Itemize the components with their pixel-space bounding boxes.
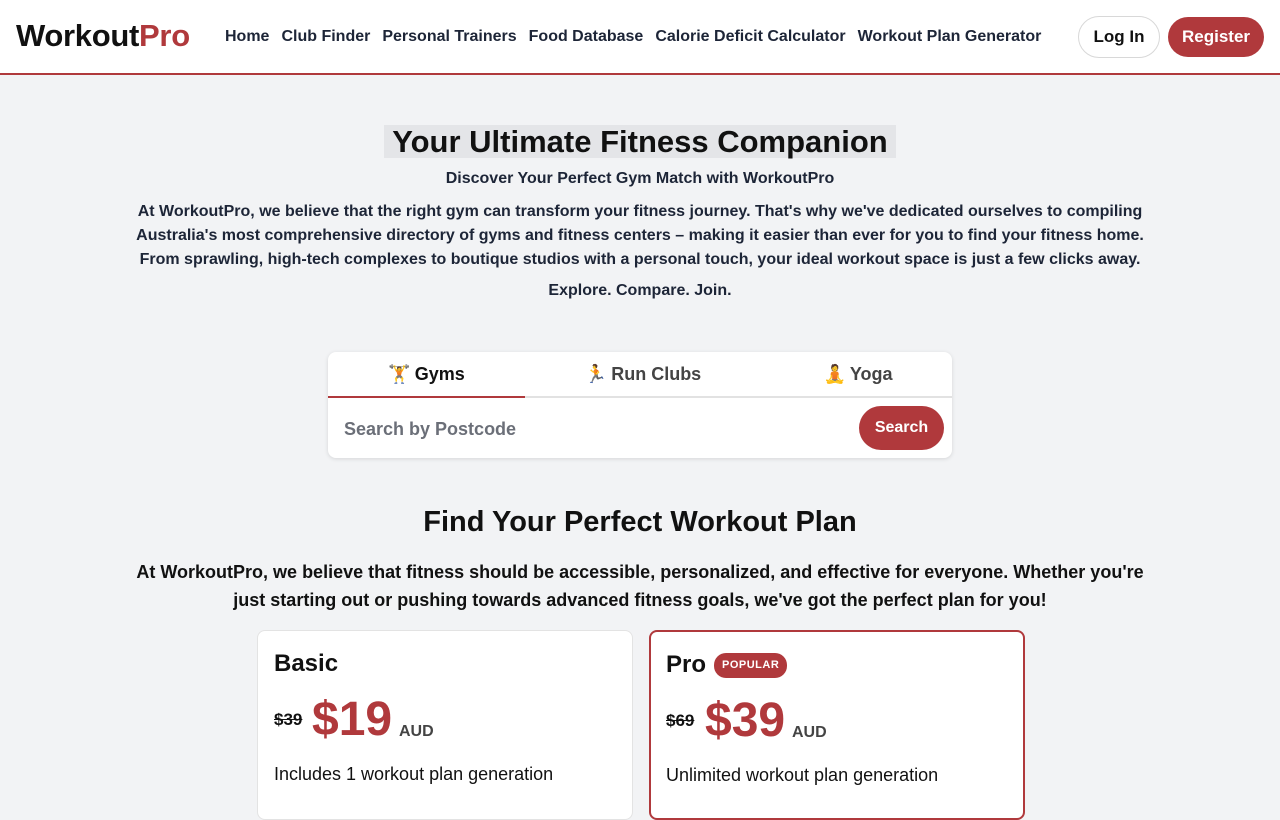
tab-yoga[interactable]: 🧘 Yoga <box>758 352 958 398</box>
nav-item-personal-trainers[interactable]: Personal Trainers <box>376 27 522 47</box>
plan-feature: Unlimited workout plan generation <box>666 765 939 785</box>
plan-old-price: $39 <box>274 710 303 729</box>
logo-accent: Pro <box>139 18 190 53</box>
plans-paragraph: At WorkoutPro, we believe that fitness s… <box>136 562 1144 610</box>
main-nav: Home Club Finder Personal Trainers Food … <box>219 27 1047 47</box>
login-button[interactable]: Log In <box>1078 16 1160 58</box>
hero-title-wrap: Your Ultimate Fitness Companion <box>0 125 1280 158</box>
hero-subtitle: Discover Your Perfect Gym Match with Wor… <box>445 170 835 187</box>
tab-run-clubs-label: Run Clubs <box>611 364 702 384</box>
plan-price: $19 <box>312 693 393 746</box>
logo[interactable]: WorkoutPro <box>16 18 190 54</box>
plan-price: $39 <box>705 694 786 747</box>
tab-gyms[interactable]: 🏋️ Gyms <box>328 352 525 398</box>
plan-name: Pro <box>666 651 707 678</box>
runner-icon: 🏃 <box>584 364 608 385</box>
search-card: 🏋️ Gyms 🏃 Run Clubs 🧘 Yoga <box>328 352 952 458</box>
hero-tagline: Explore. Compare. Join. <box>548 282 732 299</box>
nav-item-food-database[interactable]: Food Database <box>523 27 650 47</box>
plan-name: Basic <box>274 650 339 677</box>
plan-card-basic: Basic $39 $19 AUD Includes 1 workout pla… <box>257 630 633 820</box>
logo-main: Workout <box>16 18 140 53</box>
nav-item-home[interactable]: Home <box>219 27 275 47</box>
nav-item-workout-plan-generator[interactable]: Workout Plan Generator <box>852 27 1048 47</box>
plan-feature: Includes 1 workout plan generation <box>274 764 554 784</box>
plan-currency: AUD <box>399 723 434 740</box>
nav-item-club-finder[interactable]: Club Finder <box>275 27 376 47</box>
plans-title: Find Your Perfect Workout Plan <box>423 506 857 538</box>
plan-card-pro: Pro POPULAR $69 $39 AUD Unlimited workou… <box>649 630 1025 820</box>
popular-badge: POPULAR <box>714 653 788 678</box>
plan-currency: AUD <box>792 724 827 741</box>
plan-old-price: $69 <box>666 711 695 730</box>
tab-run-clubs[interactable]: 🏃 Run Clubs <box>543 352 743 398</box>
search-tabs: 🏋️ Gyms 🏃 Run Clubs 🧘 Yoga <box>328 352 952 398</box>
site-header: WorkoutPro Home Club Finder Personal Tra… <box>0 0 1280 75</box>
nav-item-calorie-deficit-calculator[interactable]: Calorie Deficit Calculator <box>649 27 851 47</box>
tab-gyms-label: Gyms <box>414 364 465 384</box>
postcode-search-input[interactable] <box>328 400 858 458</box>
hero-paragraph: At WorkoutPro, we believe that the right… <box>136 203 1144 268</box>
weightlifter-icon: 🏋️ <box>388 364 411 385</box>
yoga-icon: 🧘 <box>823 364 846 385</box>
search-button[interactable]: Search <box>859 406 944 450</box>
tab-yoga-label: Yoga <box>849 364 893 384</box>
register-button[interactable]: Register <box>1168 17 1264 57</box>
hero-title: Your Ultimate Fitness Companion <box>384 125 896 158</box>
